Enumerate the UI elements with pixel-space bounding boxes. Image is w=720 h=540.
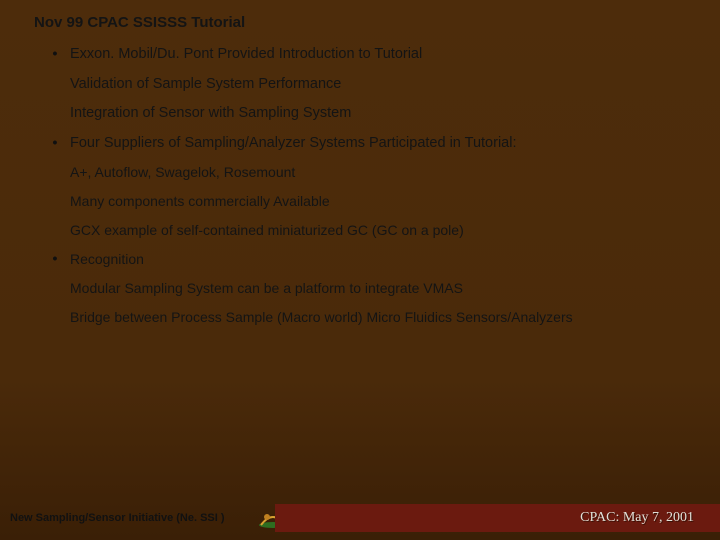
sub-text: A+, Autoflow, Swagelok, Rosemount: [70, 163, 692, 182]
sub-text: GCX example of self-contained miniaturiz…: [70, 221, 692, 240]
sub-text: Many components commercially Available: [70, 192, 692, 211]
bullet-text: Four Suppliers of Sampling/Analyzer Syst…: [70, 134, 516, 154]
footer-stripe: CPAC: May 7, 2001: [275, 504, 720, 532]
bullet-dot: •: [40, 134, 70, 150]
sub-text: Validation of Sample System Performance: [70, 75, 692, 95]
bullet-row: • Exxon. Mobil/Du. Pont Provided Introdu…: [40, 45, 692, 65]
slide: Nov 99 CPAC SSISSS Tutorial • Exxon. Mob…: [0, 0, 720, 540]
bullet-text: Exxon. Mobil/Du. Pont Provided Introduct…: [70, 45, 422, 65]
footer: New Sampling/Sensor Initiative (Ne. SSI …: [0, 504, 720, 532]
sub-text: Modular Sampling System can be a platfor…: [70, 279, 692, 298]
bullet-dot: •: [40, 45, 70, 61]
bullet-row: • Four Suppliers of Sampling/Analyzer Sy…: [40, 134, 692, 154]
bullet-dot: •: [40, 250, 70, 266]
sub-text: Integration of Sensor with Sampling Syst…: [70, 104, 692, 124]
bullet-text: Recognition: [70, 250, 144, 269]
footer-right-text: CPAC: May 7, 2001: [580, 510, 694, 526]
bullet-row: • Recognition: [40, 250, 692, 269]
footer-left-text: New Sampling/Sensor Initiative (Ne. SSI …: [10, 512, 225, 524]
sub-text: Bridge between Process Sample (Macro wor…: [70, 308, 692, 327]
slide-title: Nov 99 CPAC SSISSS Tutorial: [34, 14, 692, 31]
